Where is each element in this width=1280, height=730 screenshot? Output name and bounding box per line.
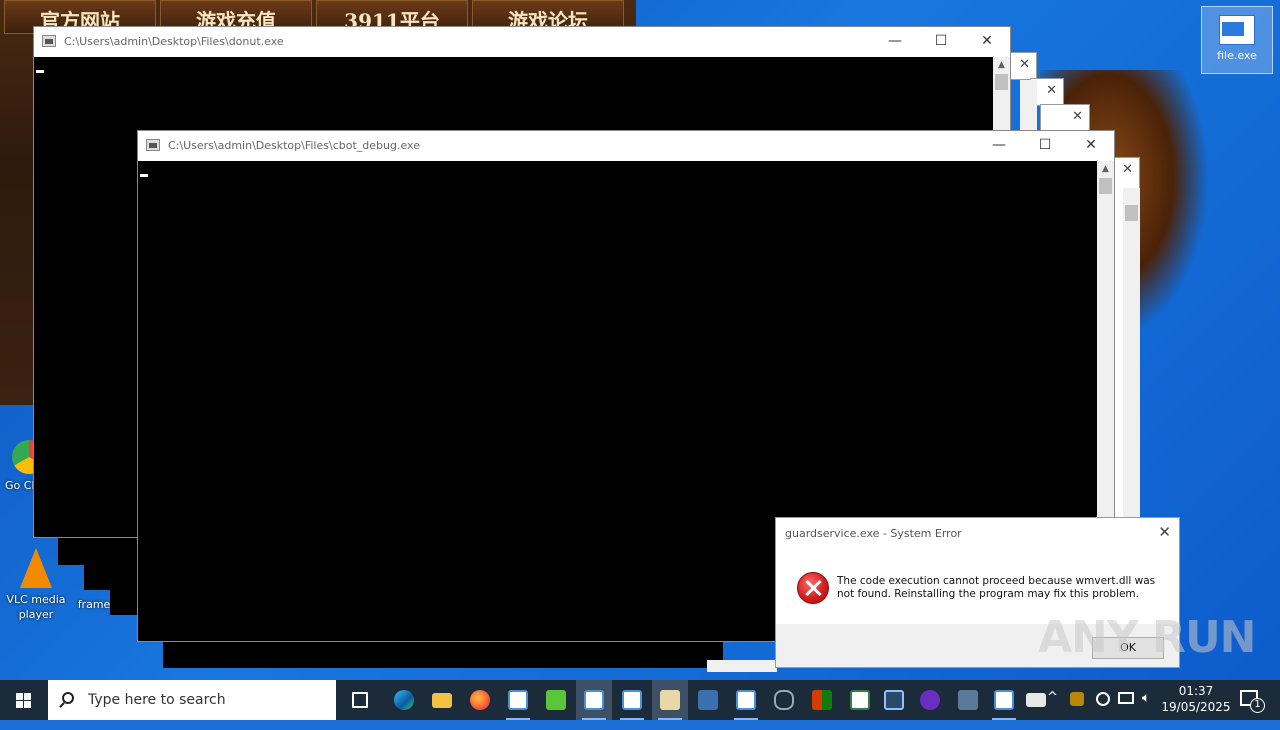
window-app-icon	[736, 690, 756, 710]
taskbar-app-window[interactable]	[500, 680, 536, 720]
monitor-icon	[884, 690, 904, 710]
network-icon[interactable]	[1118, 692, 1134, 704]
text-cursor	[140, 174, 148, 177]
volume-icon[interactable]: 🔈︎	[1142, 690, 1150, 730]
window-app-icon	[584, 690, 604, 710]
network-tool-icon	[698, 690, 718, 710]
scroll-up-arrow-icon[interactable]: ▲	[1097, 161, 1114, 178]
minimize-button[interactable]: —	[872, 27, 918, 57]
window-app-icon	[622, 690, 642, 710]
taskbar-app-settings[interactable]	[950, 680, 986, 720]
purple-app-icon	[920, 690, 940, 710]
bh-app-icon	[546, 690, 566, 710]
background-window[interactable]: ✕	[1040, 104, 1090, 132]
error-icon	[797, 572, 829, 604]
show-hidden-icons-chevron-icon[interactable]: ^	[1047, 690, 1058, 730]
game-app-icon	[660, 690, 680, 710]
background-scrollbar	[1020, 80, 1037, 130]
taskbar-search-box[interactable]: Type here to search	[48, 680, 336, 720]
taskbar-edge[interactable]	[386, 680, 422, 720]
taskbar-file-explorer[interactable]	[424, 680, 460, 720]
scroll-up-arrow-icon[interactable]: ▲	[993, 57, 1010, 74]
desktop: 官方网站 游戏充值 3911平台 游戏论坛 Go Chr VLC media p…	[0, 0, 1280, 680]
maximize-button[interactable]: ☐	[1022, 131, 1068, 161]
windows-logo-icon	[16, 693, 32, 708]
task-view-icon	[352, 692, 368, 708]
notification-count-badge: 1	[1250, 698, 1265, 713]
window-app-icon	[508, 690, 528, 710]
file-exe-icon	[1219, 15, 1255, 45]
folder-icon	[432, 693, 452, 708]
edge-icon	[394, 690, 414, 710]
close-button[interactable]: ✕	[1068, 131, 1114, 161]
settings-app-icon	[958, 690, 978, 710]
scroll-thumb[interactable]	[995, 74, 1008, 90]
text-cursor	[36, 70, 44, 73]
taskbar-firefox[interactable]	[462, 680, 498, 720]
title-bar[interactable]: C:\Users\admin\Desktop\Files\donut.exe —…	[34, 27, 1010, 57]
close-icon[interactable]: ✕	[1122, 162, 1133, 177]
action-center-icon[interactable]: 1	[1240, 690, 1265, 713]
background-window-edge	[707, 660, 777, 672]
start-button[interactable]	[0, 680, 48, 720]
background-console	[110, 585, 140, 615]
desktop-icon-label: file.exe	[1217, 49, 1257, 62]
taskbar-app-purple[interactable]	[912, 680, 948, 720]
taskbar-app-window[interactable]	[842, 680, 878, 720]
anyrun-watermark: ANY RUN	[1038, 612, 1256, 663]
desktop-icon-label: VLC media player	[6, 593, 66, 621]
taskbar-app-window[interactable]	[614, 680, 650, 720]
dialog-close-button[interactable]: ✕	[1158, 523, 1171, 541]
taskbar-app-window[interactable]	[728, 680, 764, 720]
taskbar-app-monitor[interactable]	[876, 680, 912, 720]
search-icon	[62, 692, 74, 704]
office-icon	[812, 690, 832, 710]
close-icon[interactable]: ✕	[1019, 57, 1030, 72]
close-icon[interactable]: ✕	[1072, 109, 1083, 124]
taskbar-app-window[interactable]	[986, 680, 1022, 720]
taskbar-app-window[interactable]	[576, 680, 612, 720]
tray-network-status-icon[interactable]	[1096, 692, 1110, 706]
taskbar-app-bh[interactable]	[538, 680, 574, 720]
taskbar: Type here to search ^ 🔈︎ 01:37 19/05/202…	[0, 680, 1280, 720]
taskbar-app-link[interactable]	[766, 680, 802, 720]
taskbar-app-office[interactable]	[804, 680, 840, 720]
window-title: C:\Users\admin\Desktop\Files\cbot_debug.…	[168, 139, 420, 152]
flag-icon	[1026, 693, 1046, 707]
clock-date: 19/05/2025	[1161, 700, 1231, 714]
window-app-icon	[994, 690, 1014, 710]
firefox-icon	[470, 690, 490, 710]
scroll-thumb[interactable]	[1099, 178, 1112, 194]
maximize-button[interactable]: ☐	[918, 27, 964, 57]
close-icon[interactable]: ✕	[1046, 83, 1057, 98]
link-icon	[774, 690, 794, 710]
dialog-title: guardservice.exe - System Error	[785, 527, 962, 540]
clock-time: 01:37	[1178, 684, 1214, 698]
background-console	[163, 640, 723, 668]
taskbar-app-game[interactable]	[652, 680, 688, 720]
window-app-icon	[850, 690, 870, 710]
error-message: The code execution cannot proceed becaus…	[837, 575, 1156, 600]
taskbar-clock[interactable]: 01:37 19/05/2025	[1160, 683, 1232, 715]
title-bar[interactable]: C:\Users\admin\Desktop\Files\cbot_debug.…	[138, 131, 1114, 161]
console-app-icon	[146, 139, 160, 151]
taskbar-app-tool[interactable]	[690, 680, 726, 720]
tray-shield-icon[interactable]	[1070, 692, 1084, 706]
minimize-button[interactable]: —	[976, 131, 1022, 161]
desktop-icon-file-exe[interactable]: file.exe	[1201, 6, 1273, 74]
vlc-icon	[20, 548, 52, 588]
console-app-icon	[42, 35, 56, 47]
task-view-button[interactable]	[342, 680, 378, 720]
search-placeholder: Type here to search	[88, 692, 226, 708]
close-button[interactable]: ✕	[964, 27, 1010, 57]
window-title: C:\Users\admin\Desktop\Files\donut.exe	[64, 35, 284, 48]
desktop-icon-label: frame	[77, 598, 111, 611]
